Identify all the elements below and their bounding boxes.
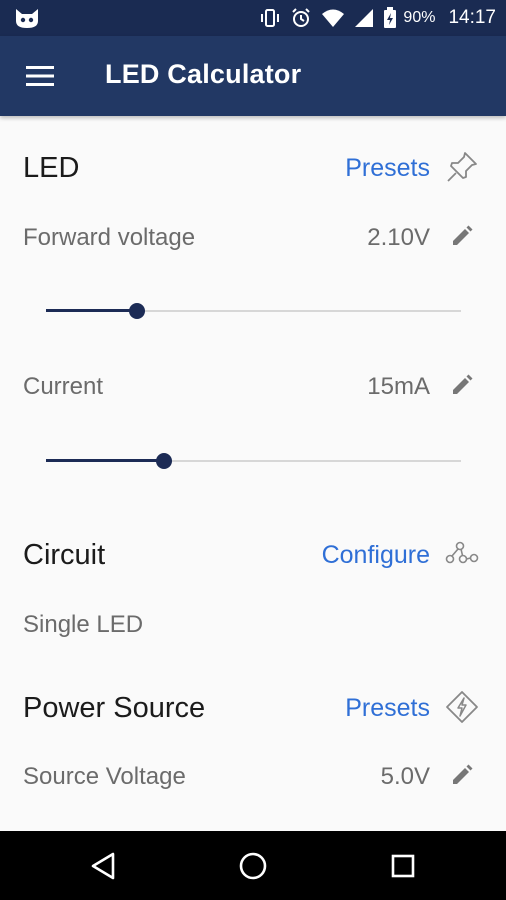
led-presets-link[interactable]: Presets (345, 154, 430, 183)
edit-forward-voltage-icon[interactable] (451, 225, 473, 247)
slider-fill (46, 459, 165, 462)
edit-source-voltage-icon[interactable] (451, 764, 473, 786)
wifi-icon (321, 8, 345, 28)
main-content: LED Presets Forward voltage 2.10V Curren… (0, 116, 506, 831)
slider-thumb[interactable] (156, 453, 173, 469)
power-diamond-icon[interactable] (445, 690, 479, 724)
alarm-icon (290, 7, 312, 29)
power-source-presets-link[interactable]: Presets (345, 694, 430, 723)
current-slider[interactable] (46, 449, 461, 473)
back-icon[interactable] (87, 849, 121, 883)
navigation-bar (0, 831, 506, 900)
slider-fill (46, 309, 138, 312)
battery-percent: 90% (403, 9, 436, 26)
circuit-value: Single LED (23, 611, 144, 638)
source-voltage-value: 5.0V (380, 763, 430, 790)
led-section-title: LED (23, 152, 80, 184)
source-voltage-label: Source Voltage (23, 763, 186, 790)
forward-voltage-slider[interactable] (46, 299, 461, 323)
current-value: 15mA (367, 373, 430, 400)
app-title: LED Calculator (105, 59, 302, 89)
hamburger-menu-icon[interactable] (24, 63, 56, 89)
recents-icon[interactable] (386, 849, 420, 883)
circuit-section-title: Circuit (23, 539, 106, 571)
circuit-nodes-icon[interactable] (445, 537, 479, 571)
signal-icon (354, 8, 374, 28)
power-source-section-title: Power Source (23, 692, 206, 724)
edit-current-icon[interactable] (451, 374, 473, 396)
current-label: Current (23, 373, 104, 400)
forward-voltage-label: Forward voltage (23, 224, 196, 251)
battery-icon (383, 7, 397, 29)
vibrate-icon (259, 7, 281, 29)
clock: 14:17 (448, 7, 496, 28)
cat-app-icon (14, 7, 40, 34)
app-bar: LED Calculator (0, 36, 506, 116)
home-icon[interactable] (236, 849, 270, 883)
forward-voltage-value: 2.10V (367, 224, 430, 251)
circuit-configure-link[interactable]: Configure (322, 541, 430, 570)
pin-icon[interactable] (445, 150, 479, 184)
status-bar: 90% 14:17 (0, 0, 506, 36)
slider-thumb[interactable] (129, 303, 146, 319)
